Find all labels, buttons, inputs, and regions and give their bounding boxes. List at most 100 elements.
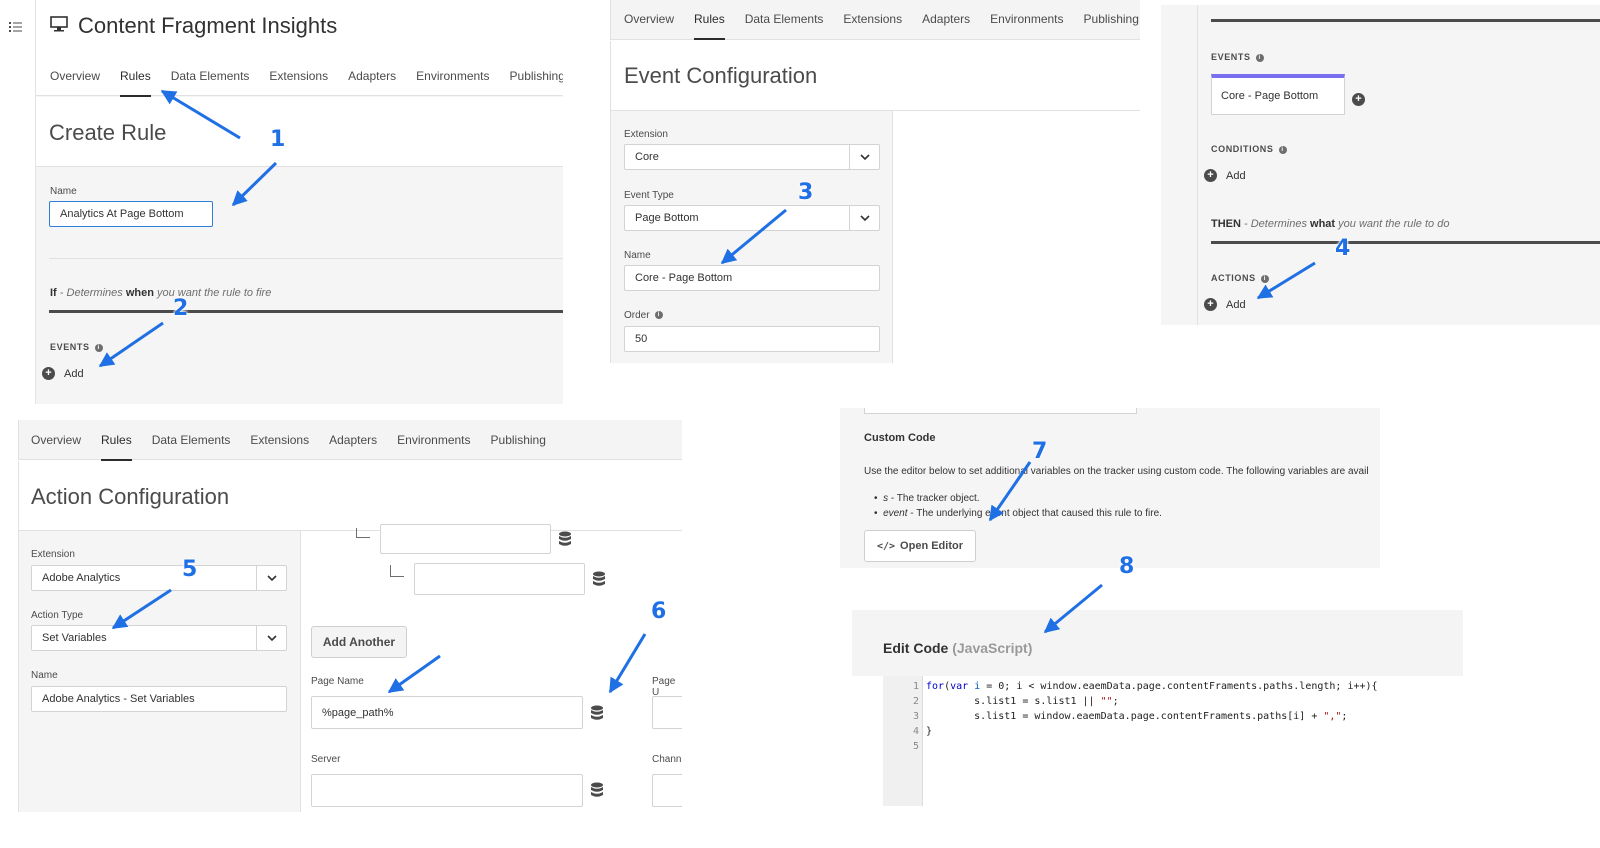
actions-label: ACTIONS i bbox=[1211, 273, 1269, 283]
rule-name-input[interactable]: Analytics At Page Bottom bbox=[49, 201, 213, 227]
then-label: THEN bbox=[1211, 218, 1241, 230]
then-note-pre: - Determines bbox=[1240, 218, 1311, 230]
tab-extensions[interactable]: Extensions bbox=[269, 69, 328, 83]
add-event-button[interactable]: + Add bbox=[42, 367, 84, 380]
custom-code-panel: Custom Code Use the editor below to set … bbox=[840, 408, 1380, 568]
page-title: Create Rule bbox=[49, 120, 167, 145]
then-header: THEN - Determines what you want the rule… bbox=[1211, 218, 1449, 230]
field-bottom-edge bbox=[864, 408, 1137, 414]
tab-adapters[interactable]: Adapters bbox=[329, 433, 377, 447]
events-label-text: EVENTS bbox=[1211, 52, 1251, 62]
then-note-bold: what bbox=[1310, 218, 1336, 230]
tab-overview[interactable]: Overview bbox=[624, 12, 674, 26]
tab-rules[interactable]: Rules bbox=[101, 433, 132, 461]
events-label: EVENTS i bbox=[50, 342, 103, 352]
tab-adapters[interactable]: Adapters bbox=[348, 69, 396, 83]
list-item: • s - The tracker object. bbox=[874, 493, 980, 504]
action-type-select[interactable]: Set Variables bbox=[31, 625, 287, 651]
extension-select[interactable]: Adobe Analytics bbox=[31, 565, 287, 591]
tab-data-elements[interactable]: Data Elements bbox=[171, 69, 250, 83]
chevron-down-icon bbox=[849, 206, 879, 230]
tree-connector bbox=[390, 565, 404, 577]
if-note-pre: - Determines bbox=[56, 287, 126, 299]
event-type-select[interactable]: Page Bottom bbox=[624, 205, 880, 231]
server-label: Server bbox=[311, 754, 341, 765]
tab-rules[interactable]: Rules bbox=[694, 12, 725, 40]
event-card[interactable]: Core - Page Bottom bbox=[1211, 74, 1345, 115]
code-editor[interactable]: for(var i = 0; i < window.eaemData.page.… bbox=[926, 679, 1463, 754]
add-action-button[interactable]: + Add bbox=[1204, 298, 1246, 311]
tab-overview[interactable]: Overview bbox=[50, 69, 100, 83]
line-number: 5 bbox=[912, 741, 919, 752]
tab-bar: Overview Rules Data Elements Extensions … bbox=[50, 69, 563, 97]
tab-publishing[interactable]: Publishing bbox=[510, 69, 563, 83]
page-url-input[interactable] bbox=[652, 696, 682, 729]
left-rail bbox=[0, 0, 36, 404]
create-rule-panel: Content Fragment Insights Overview Rules… bbox=[0, 0, 563, 404]
server-input[interactable] bbox=[311, 774, 583, 807]
code-line-3: s.list1 = window.eaemData.page.contentFr… bbox=[926, 711, 1348, 722]
page-title: Event Configuration bbox=[624, 63, 818, 88]
database-icon[interactable] bbox=[591, 782, 603, 798]
action-name-input[interactable]: Adobe Analytics - Set Variables bbox=[31, 686, 287, 712]
order-input[interactable]: 50 bbox=[624, 326, 880, 352]
then-divider bbox=[1211, 241, 1600, 244]
database-icon[interactable] bbox=[593, 571, 605, 587]
info-icon: i bbox=[1278, 145, 1287, 154]
info-icon: i bbox=[1260, 274, 1269, 283]
tab-bar: Overview Rules Data Elements Extensions … bbox=[31, 433, 566, 461]
add-event-button[interactable]: + bbox=[1352, 89, 1365, 107]
info-icon: i bbox=[654, 311, 663, 320]
tree-connector bbox=[356, 528, 370, 538]
add-another-label: Add Another bbox=[322, 635, 396, 649]
eval-field-1[interactable] bbox=[380, 524, 551, 554]
tab-environments[interactable]: Environments bbox=[416, 69, 489, 83]
page-name-input[interactable]: %page_path% bbox=[311, 696, 583, 729]
callout-number: 2 bbox=[173, 296, 189, 321]
app-title: Content Fragment Insights bbox=[78, 13, 338, 38]
channel-input[interactable] bbox=[652, 774, 682, 807]
tab-publishing[interactable]: Publishing bbox=[491, 433, 546, 447]
tab-extensions[interactable]: Extensions bbox=[250, 433, 309, 447]
add-another-button[interactable]: Add Another bbox=[311, 626, 407, 658]
if-header: If - Determines when you want the rule t… bbox=[50, 287, 271, 299]
channel-label: Chann bbox=[652, 754, 682, 765]
conditions-label-text: CONDITIONS bbox=[1211, 144, 1274, 154]
custom-code-title: Custom Code bbox=[864, 432, 936, 444]
conditions-label: CONDITIONS i bbox=[1211, 144, 1287, 154]
order-label: Order i bbox=[624, 310, 663, 321]
tab-rules[interactable]: Rules bbox=[120, 69, 151, 97]
tab-environments[interactable]: Environments bbox=[397, 433, 470, 447]
open-editor-button[interactable]: </> Open Editor bbox=[864, 530, 976, 562]
extension-select-value: Core bbox=[635, 151, 659, 163]
event-name-input[interactable]: Core - Page Bottom bbox=[624, 265, 880, 291]
then-note-post: you want the rule to do bbox=[1335, 218, 1450, 230]
database-icon[interactable] bbox=[559, 531, 571, 547]
page-name-label: Page Name bbox=[311, 676, 364, 687]
monitor-icon bbox=[50, 16, 68, 32]
info-icon: i bbox=[1255, 53, 1264, 62]
eval-field-2[interactable] bbox=[414, 563, 585, 595]
tab-overview[interactable]: Overview bbox=[31, 433, 81, 447]
extension-select-value: Adobe Analytics bbox=[42, 572, 121, 584]
if-label: If bbox=[50, 287, 57, 299]
callout-number: 7 bbox=[1032, 439, 1048, 464]
event-type-select-value: Page Bottom bbox=[635, 212, 699, 224]
tab-publishing[interactable]: Publishing bbox=[1084, 12, 1139, 26]
tab-data-elements[interactable]: Data Elements bbox=[152, 433, 231, 447]
extension-select[interactable]: Core bbox=[624, 144, 880, 170]
tab-adapters[interactable]: Adapters bbox=[922, 12, 970, 26]
variables-list: • s - The tracker object. • event - The … bbox=[874, 491, 1162, 521]
callout-number: 6 bbox=[651, 599, 667, 624]
chevron-down-icon bbox=[256, 626, 286, 650]
action-name-label: Name bbox=[31, 670, 58, 681]
tab-environments[interactable]: Environments bbox=[990, 12, 1063, 26]
database-icon[interactable] bbox=[591, 705, 603, 721]
add-condition-button[interactable]: + Add bbox=[1204, 169, 1246, 182]
bullet-text: - The tracker object. bbox=[888, 493, 980, 504]
tab-extensions[interactable]: Extensions bbox=[843, 12, 902, 26]
callout-number: 3 bbox=[798, 180, 814, 205]
tab-data-elements[interactable]: Data Elements bbox=[745, 12, 824, 26]
menu-icon[interactable] bbox=[9, 20, 22, 32]
plus-circle-icon: + bbox=[1352, 93, 1365, 106]
